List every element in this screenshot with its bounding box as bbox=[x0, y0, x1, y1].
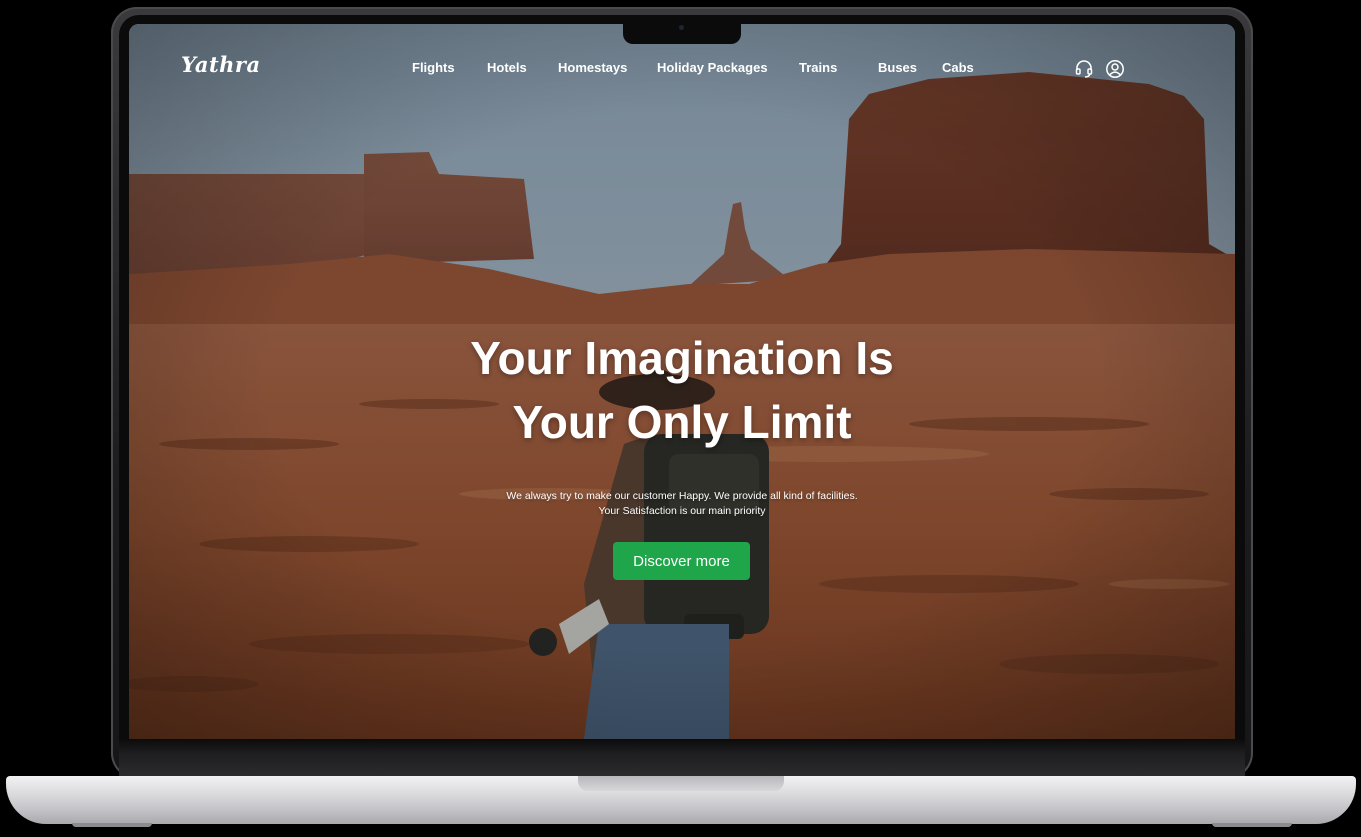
laptop-foot-left bbox=[72, 823, 152, 827]
hero-subtitle-line-1: We always try to make our customer Happy… bbox=[506, 490, 858, 502]
website-screen: Yathra Flights Hotels Homestays Holiday … bbox=[129, 24, 1235, 739]
brand-logo[interactable]: Yathra bbox=[181, 52, 261, 77]
camera-icon bbox=[679, 25, 684, 30]
nav-hotels[interactable]: Hotels bbox=[487, 60, 527, 75]
hero-title-line-1: Your Imagination Is bbox=[470, 332, 894, 384]
nav-holiday-packages[interactable]: Holiday Packages bbox=[657, 60, 768, 75]
headset-icon[interactable] bbox=[1074, 59, 1094, 79]
nav-trains[interactable]: Trains bbox=[799, 60, 837, 75]
hero-subtitle: We always try to make our customer Happy… bbox=[432, 489, 932, 519]
laptop-mockup: Yathra Flights Hotels Homestays Holiday … bbox=[0, 0, 1361, 837]
discover-more-button[interactable]: Discover more bbox=[613, 542, 750, 580]
lid-opening-groove bbox=[578, 776, 784, 791]
laptop-foot-right bbox=[1212, 823, 1292, 827]
hero-title: Your Imagination Is Your Only Limit bbox=[382, 326, 982, 454]
user-circle-icon[interactable] bbox=[1105, 59, 1125, 79]
nav-cabs[interactable]: Cabs bbox=[942, 60, 974, 75]
hero-title-line-2: Your Only Limit bbox=[512, 396, 852, 448]
nav-homestays[interactable]: Homestays bbox=[558, 60, 627, 75]
hero-subtitle-line-2: Your Satisfaction is our main priority bbox=[598, 505, 766, 517]
nav-flights[interactable]: Flights bbox=[412, 60, 455, 75]
bezel-chin bbox=[119, 738, 1245, 776]
nav-buses[interactable]: Buses bbox=[878, 60, 917, 75]
